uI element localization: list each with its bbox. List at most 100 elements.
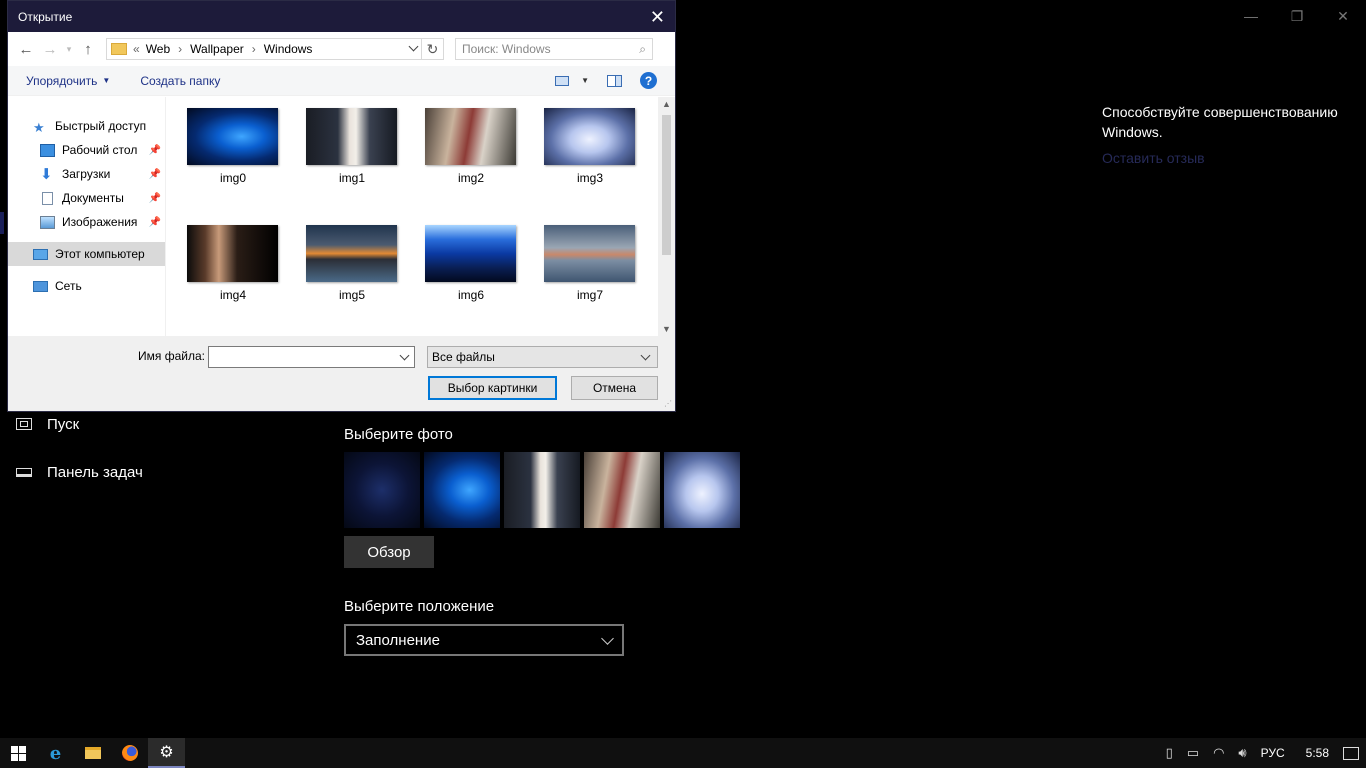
nav-pictures[interactable]: Изображения 📌 [8,210,165,234]
recent-photo-girl-1[interactable] [504,452,580,528]
pin-icon[interactable]: 📌 [149,145,161,156]
breadcrumb-item[interactable]: Wallpaper [190,42,244,56]
file-tile[interactable]: img7 [544,225,636,305]
nav-item-label: Пуск [47,415,80,433]
start-button[interactable] [0,738,37,768]
file-thumbnail [306,108,397,165]
scroll-up-icon[interactable]: ▲ [658,99,675,109]
star-icon: ★ [33,119,45,135]
nav-label: Документы [62,191,124,205]
search-input[interactable]: Поиск: Windows ⌕ [455,38,653,60]
recent-photo-windows-dark[interactable] [344,452,420,528]
browse-button[interactable]: Обзор [344,536,434,568]
address-dropdown-icon[interactable] [408,41,419,52]
breadcrumb-overflow[interactable]: « [133,42,140,56]
nav-desktop[interactable]: Рабочий стол 📌 [8,138,165,162]
close-button[interactable]: ✕ [1320,0,1366,32]
refresh-icon[interactable]: ↻ [421,39,443,59]
nav-documents[interactable]: Документы 📌 [8,186,165,210]
file-name: img7 [576,288,603,302]
pictures-icon [40,215,55,229]
desktop-icon [40,143,55,157]
nav-this-pc[interactable]: Этот компьютер [8,242,165,266]
breadcrumb-separator-icon: › [251,42,256,56]
resize-grip-icon[interactable]: ⋰ [664,399,672,408]
fit-dropdown[interactable]: Заполнение [344,624,624,656]
chevron-down-icon [640,350,651,361]
preview-pane-icon[interactable] [607,74,622,87]
file-explorer-icon [84,747,101,759]
clock[interactable]: 5:58 [1306,746,1329,760]
taskbar-explorer[interactable] [74,738,111,768]
address-row: ← → ▾ ↑ « Web › Wallpaper › Windows ↻ По… [8,32,675,66]
recent-locations-icon[interactable]: ▾ [62,44,76,55]
file-tile[interactable]: img2 [425,108,517,188]
back-arrow-icon[interactable]: ← [14,41,38,58]
pin-icon[interactable]: 📌 [149,169,161,180]
up-arrow-icon[interactable]: ↑ [76,41,100,58]
taskbar-edge[interactable]: e [37,738,74,768]
recent-photo-girl-2[interactable] [584,452,660,528]
usb-icon[interactable]: ▯ [1166,745,1173,761]
choose-picture-button[interactable]: Выбор картинки [428,376,557,400]
vertical-scrollbar[interactable]: ▲ ▼ [658,97,675,336]
view-options-button[interactable]: ▼ [555,75,589,86]
feedback-link[interactable]: Оставить отзыв [1102,150,1342,166]
forward-arrow-icon[interactable]: → [38,41,62,58]
taskbar-icon [16,467,32,477]
choose-photo-heading: Выберите фото [344,426,453,443]
dialog-footer: Имя файла: Все файлы Выбор картинки Отме… [8,336,675,411]
language-indicator[interactable]: РУС [1261,746,1285,760]
nav-downloads[interactable]: ⬇ Загрузки 📌 [8,162,165,186]
restore-button[interactable]: ❐ [1274,0,1320,32]
nav-label: Изображения [62,215,138,229]
file-tile[interactable]: img6 [425,225,517,305]
organize-button[interactable]: Упорядочить ▼ [26,74,110,88]
file-tile[interactable]: img0 [187,108,279,188]
file-tile[interactable]: img1 [306,108,398,188]
windows-logo-icon [11,745,26,761]
settings-nav: Пуск Панель задач [16,400,143,496]
nav-item-taskbar[interactable]: Панель задач [16,448,143,496]
volume-icon[interactable]: 🔊︎ [1238,745,1246,761]
recent-photo-windows-blue[interactable] [424,452,500,528]
taskbar: e ⚙ ▯ ▭ ◠ 🔊︎ РУС 5:58 [0,738,1366,768]
file-thumbnail [425,108,516,165]
internet-explorer-icon: e [49,742,62,764]
filetype-select[interactable]: Все файлы [427,346,658,368]
dialog-toolbar: Упорядочить ▼ Создать папку ▼ ? [8,66,675,96]
breadcrumb-item[interactable]: Web [146,42,170,56]
dropdown-arrow-icon: ▼ [102,76,111,85]
system-tray: ▯ ▭ ◠ 🔊︎ РУС 5:58 [1159,738,1366,768]
file-tile[interactable]: img5 [306,225,398,305]
nav-quick-access[interactable]: ★ Быстрый доступ [8,114,165,138]
file-tile[interactable]: img4 [187,225,279,305]
help-icon[interactable]: ? [640,72,657,89]
taskbar-firefox[interactable] [111,738,148,768]
file-tile[interactable]: img3 [544,108,636,188]
nav-network[interactable]: Сеть [8,274,165,298]
chevron-down-icon[interactable] [399,350,410,361]
address-bar[interactable]: « Web › Wallpaper › Windows ↻ [106,38,444,60]
taskbar-settings[interactable]: ⚙ [148,738,185,768]
action-center-icon[interactable] [1343,746,1359,760]
filename-input[interactable] [208,346,415,368]
file-thumbnail [306,225,397,282]
dropdown-arrow-icon: ▼ [581,76,589,85]
pin-icon[interactable]: 📌 [149,193,161,204]
dialog-close-button[interactable]: ✕ [650,8,665,26]
pin-icon[interactable]: 📌 [149,217,161,228]
recent-photo-anime[interactable] [664,452,740,528]
battery-icon[interactable]: ▭ [1187,745,1199,761]
wifi-icon[interactable]: ◠ [1213,745,1224,761]
search-placeholder: Поиск: Windows [462,42,551,56]
breadcrumb-item[interactable]: Windows [264,42,313,56]
file-thumbnail [187,108,278,165]
dialog-title: Открытие [18,9,73,24]
cancel-button[interactable]: Отмена [571,376,658,400]
new-folder-button[interactable]: Создать папку [140,74,220,88]
scrollbar-thumb[interactable] [662,115,671,255]
scroll-down-icon[interactable]: ▼ [658,324,675,334]
minimize-button[interactable]: — [1228,0,1274,32]
choose-fit-heading: Выберите положение [344,598,495,615]
